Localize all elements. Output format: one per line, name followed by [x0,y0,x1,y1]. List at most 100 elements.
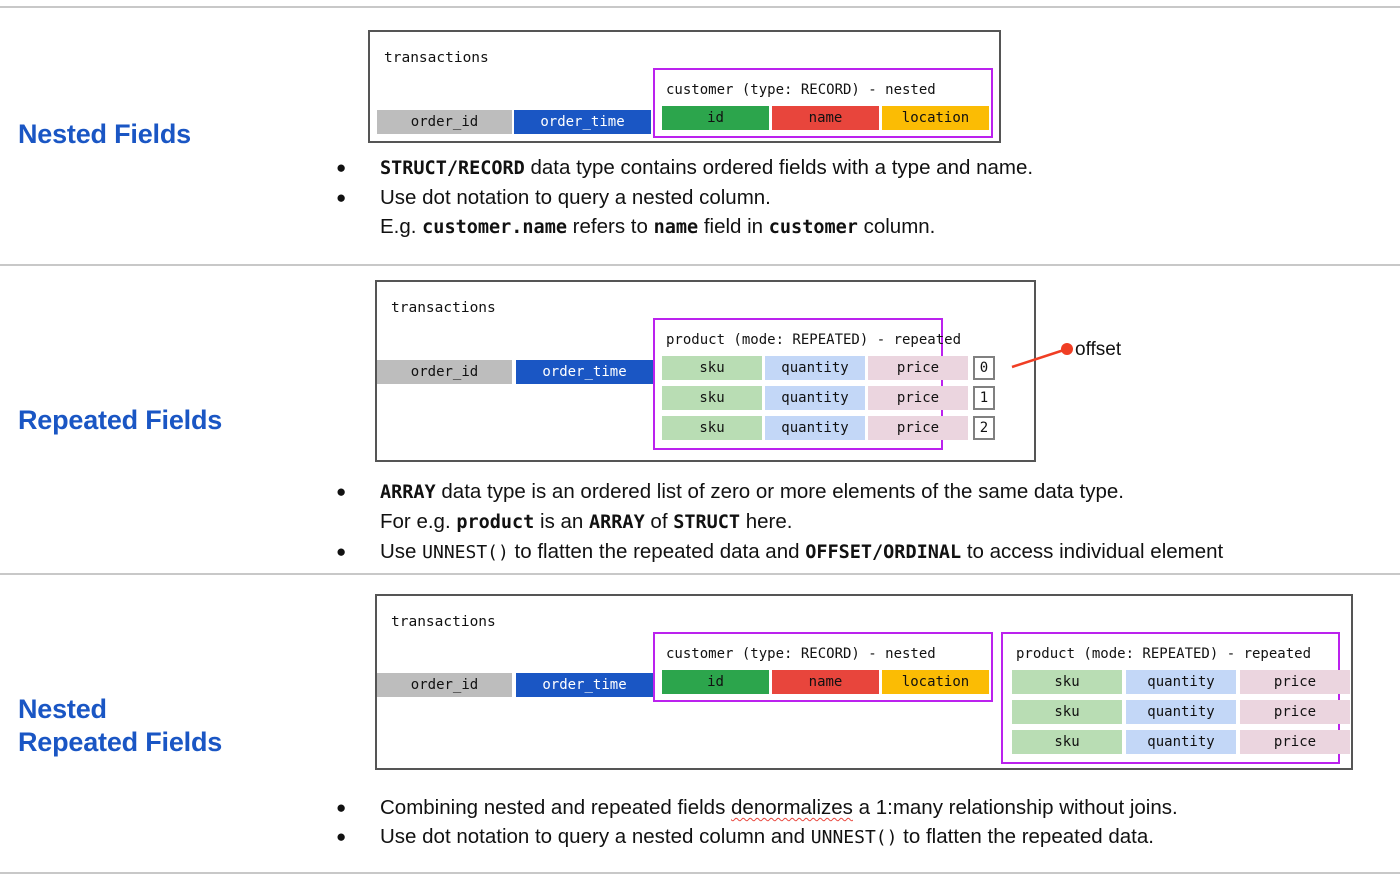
bullet-text: Use UNNEST() to flatten the repeated dat… [380,537,1382,567]
field-chip-quantity-3-r2: quantity [1126,730,1236,754]
bullet-glyph: ● [336,542,347,561]
bullet-text: STRUCT/RECORD data type contains ordered… [380,153,1332,183]
bullet-glyph: ● [336,827,347,846]
bullet-mid: to flatten the repeated data and [508,540,806,563]
sub-mid2: field in [698,215,769,238]
code-name: name [653,217,699,238]
sub-mid1: is an [534,510,590,533]
field-chip-quantity-r0: quantity [765,356,865,380]
column-chip-order-time-2: order_time [516,360,653,384]
field-chip-sku-r0: sku [662,356,762,380]
field-chip-price-r0: price [868,356,968,380]
field-chip-price-r2: price [868,416,968,440]
field-chip-name-1: name [772,106,879,130]
field-chip-price-3-r2: price [1240,730,1350,754]
sub-post: column. [857,215,936,238]
field-chip-sku-3-r0: sku [1012,670,1122,694]
code-unnest: UNNEST() [810,827,898,848]
bullet-list-3: ● Combining nested and repeated fields d… [332,793,1382,852]
code-struct: STRUCT [673,512,741,533]
bullet-item: ● Use dot notation to query a nested col… [332,183,1332,242]
bullet-subline: For e.g. product is an ARRAY of STRUCT h… [380,507,1382,537]
sub-mid1: refers to [566,215,654,238]
group-label-customer-1: customer (type: RECORD) - nested [666,82,936,98]
field-chip-price-r1: price [868,386,968,410]
bullet-list-1: ● STRUCT/RECORD data type contains order… [332,153,1332,242]
bullet-item: ● Use UNNEST() to flatten the repeated d… [332,537,1382,567]
table-name-label-3: transactions [391,614,496,630]
field-chip-location-3: location [882,670,989,694]
field-chip-quantity-3-r0: quantity [1126,670,1236,694]
offset-callout-label: offset [1075,339,1122,360]
section-title-repeated-fields: Repeated Fields [18,405,223,435]
field-chip-quantity-r1: quantity [765,386,865,410]
bullet-glyph: ● [336,188,347,207]
group-box-customer-nested-3: customer (type: RECORD) - nested id name… [653,632,993,702]
bullet-text: Use dot notation to query a nested colum… [380,822,1382,852]
code-offset-ordinal: OFFSET/ORDINAL [805,542,962,563]
slide-page: Nested Fields transactions order_id orde… [0,0,1400,882]
sub-post: here. [740,510,793,533]
code-customer: customer [768,217,858,238]
field-chip-id-1: id [662,106,769,130]
field-chip-location-1: location [882,106,989,130]
spellcheck-flagged-word: denormalizes [731,796,853,819]
column-chip-order-id-3: order_id [377,673,512,697]
group-label-customer-3: customer (type: RECORD) - nested [666,646,936,662]
divider-section-2-3 [0,573,1400,575]
bullet-code-struct-record: STRUCT/RECORD [380,158,525,179]
code-array: ARRAY [589,512,645,533]
section-title-nested-repeated-fields: Nested Repeated Fields [18,694,223,757]
code-customer-name: customer.name [422,217,567,238]
bullet-item: ● Combining nested and repeated fields d… [332,793,1382,822]
divider-bottom [0,872,1400,874]
bullet-text: Combining nested and repeated fields den… [380,793,1382,822]
bullet-subline: E.g. customer.name refers to name field … [380,212,1332,242]
column-chip-order-time-1: order_time [514,110,651,134]
section-title-nested-fields: Nested Fields [18,119,191,149]
bullet-post: to flatten the repeated data. [897,825,1154,848]
bullet-pre: Use dot notation to query a nested colum… [380,825,811,848]
group-box-customer-nested-1: customer (type: RECORD) - nested id name… [653,68,993,138]
bullet-glyph: ● [336,158,347,177]
field-chip-price-3-r1: price [1240,700,1350,724]
diagram-table-frame-2: transactions order_id order_time product… [375,280,1036,462]
diagram-table-frame-3: transactions order_id order_time custome… [375,594,1353,770]
column-chip-order-time-3: order_time [516,673,653,697]
bullet-pre: Combining nested and repeated fields [380,796,732,819]
bullet-item: ● Use dot notation to query a nested col… [332,822,1382,852]
bullet-glyph: ● [336,798,347,817]
field-chip-quantity-r2: quantity [765,416,865,440]
table-name-label-2: transactions [391,300,496,316]
bullet-item: ● STRUCT/RECORD data type contains order… [332,153,1332,183]
code-product: product [456,512,535,533]
bullet-rest: data type contains ordered fields with a… [524,156,1034,179]
bullet-text: Use dot notation to query a nested colum… [380,183,1332,242]
bullet-post: to access individual element [961,540,1224,563]
bullet-item: ● ARRAY data type is an ordered list of … [332,477,1382,537]
sub-pre: For e.g. [380,510,457,533]
table-name-label-1: transactions [384,50,489,66]
group-label-product-2: product (mode: REPEATED) - repeated [666,332,962,348]
field-chip-sku-r1: sku [662,386,762,410]
bullet-text: ARRAY data type is an ordered list of ze… [380,477,1382,537]
field-chip-sku-3-r2: sku [1012,730,1122,754]
column-chip-order-id-1: order_id [377,110,512,134]
field-chip-price-3-r0: price [1240,670,1350,694]
offset-index-box-0: 0 [973,356,995,380]
offset-index-box-2: 2 [973,416,995,440]
bullet-main: Use dot notation to query a nested colum… [380,186,771,209]
group-box-product-repeated-2: product (mode: REPEATED) - repeated sku … [653,318,995,450]
bullet-pre: Use [380,540,423,563]
field-chip-sku-r2: sku [662,416,762,440]
code-unnest: UNNEST() [422,542,509,563]
field-chip-quantity-3-r1: quantity [1126,700,1236,724]
divider-top [0,6,1400,8]
field-chip-sku-3-r1: sku [1012,700,1122,724]
bullet-post: a 1:many relationship without joins. [852,796,1178,819]
bullet-code-array: ARRAY [380,482,436,503]
sub-pre: E.g. [380,215,423,238]
column-chip-order-id-2: order_id [377,360,512,384]
field-chip-name-3: name [772,670,879,694]
divider-section-1-2 [0,264,1400,266]
